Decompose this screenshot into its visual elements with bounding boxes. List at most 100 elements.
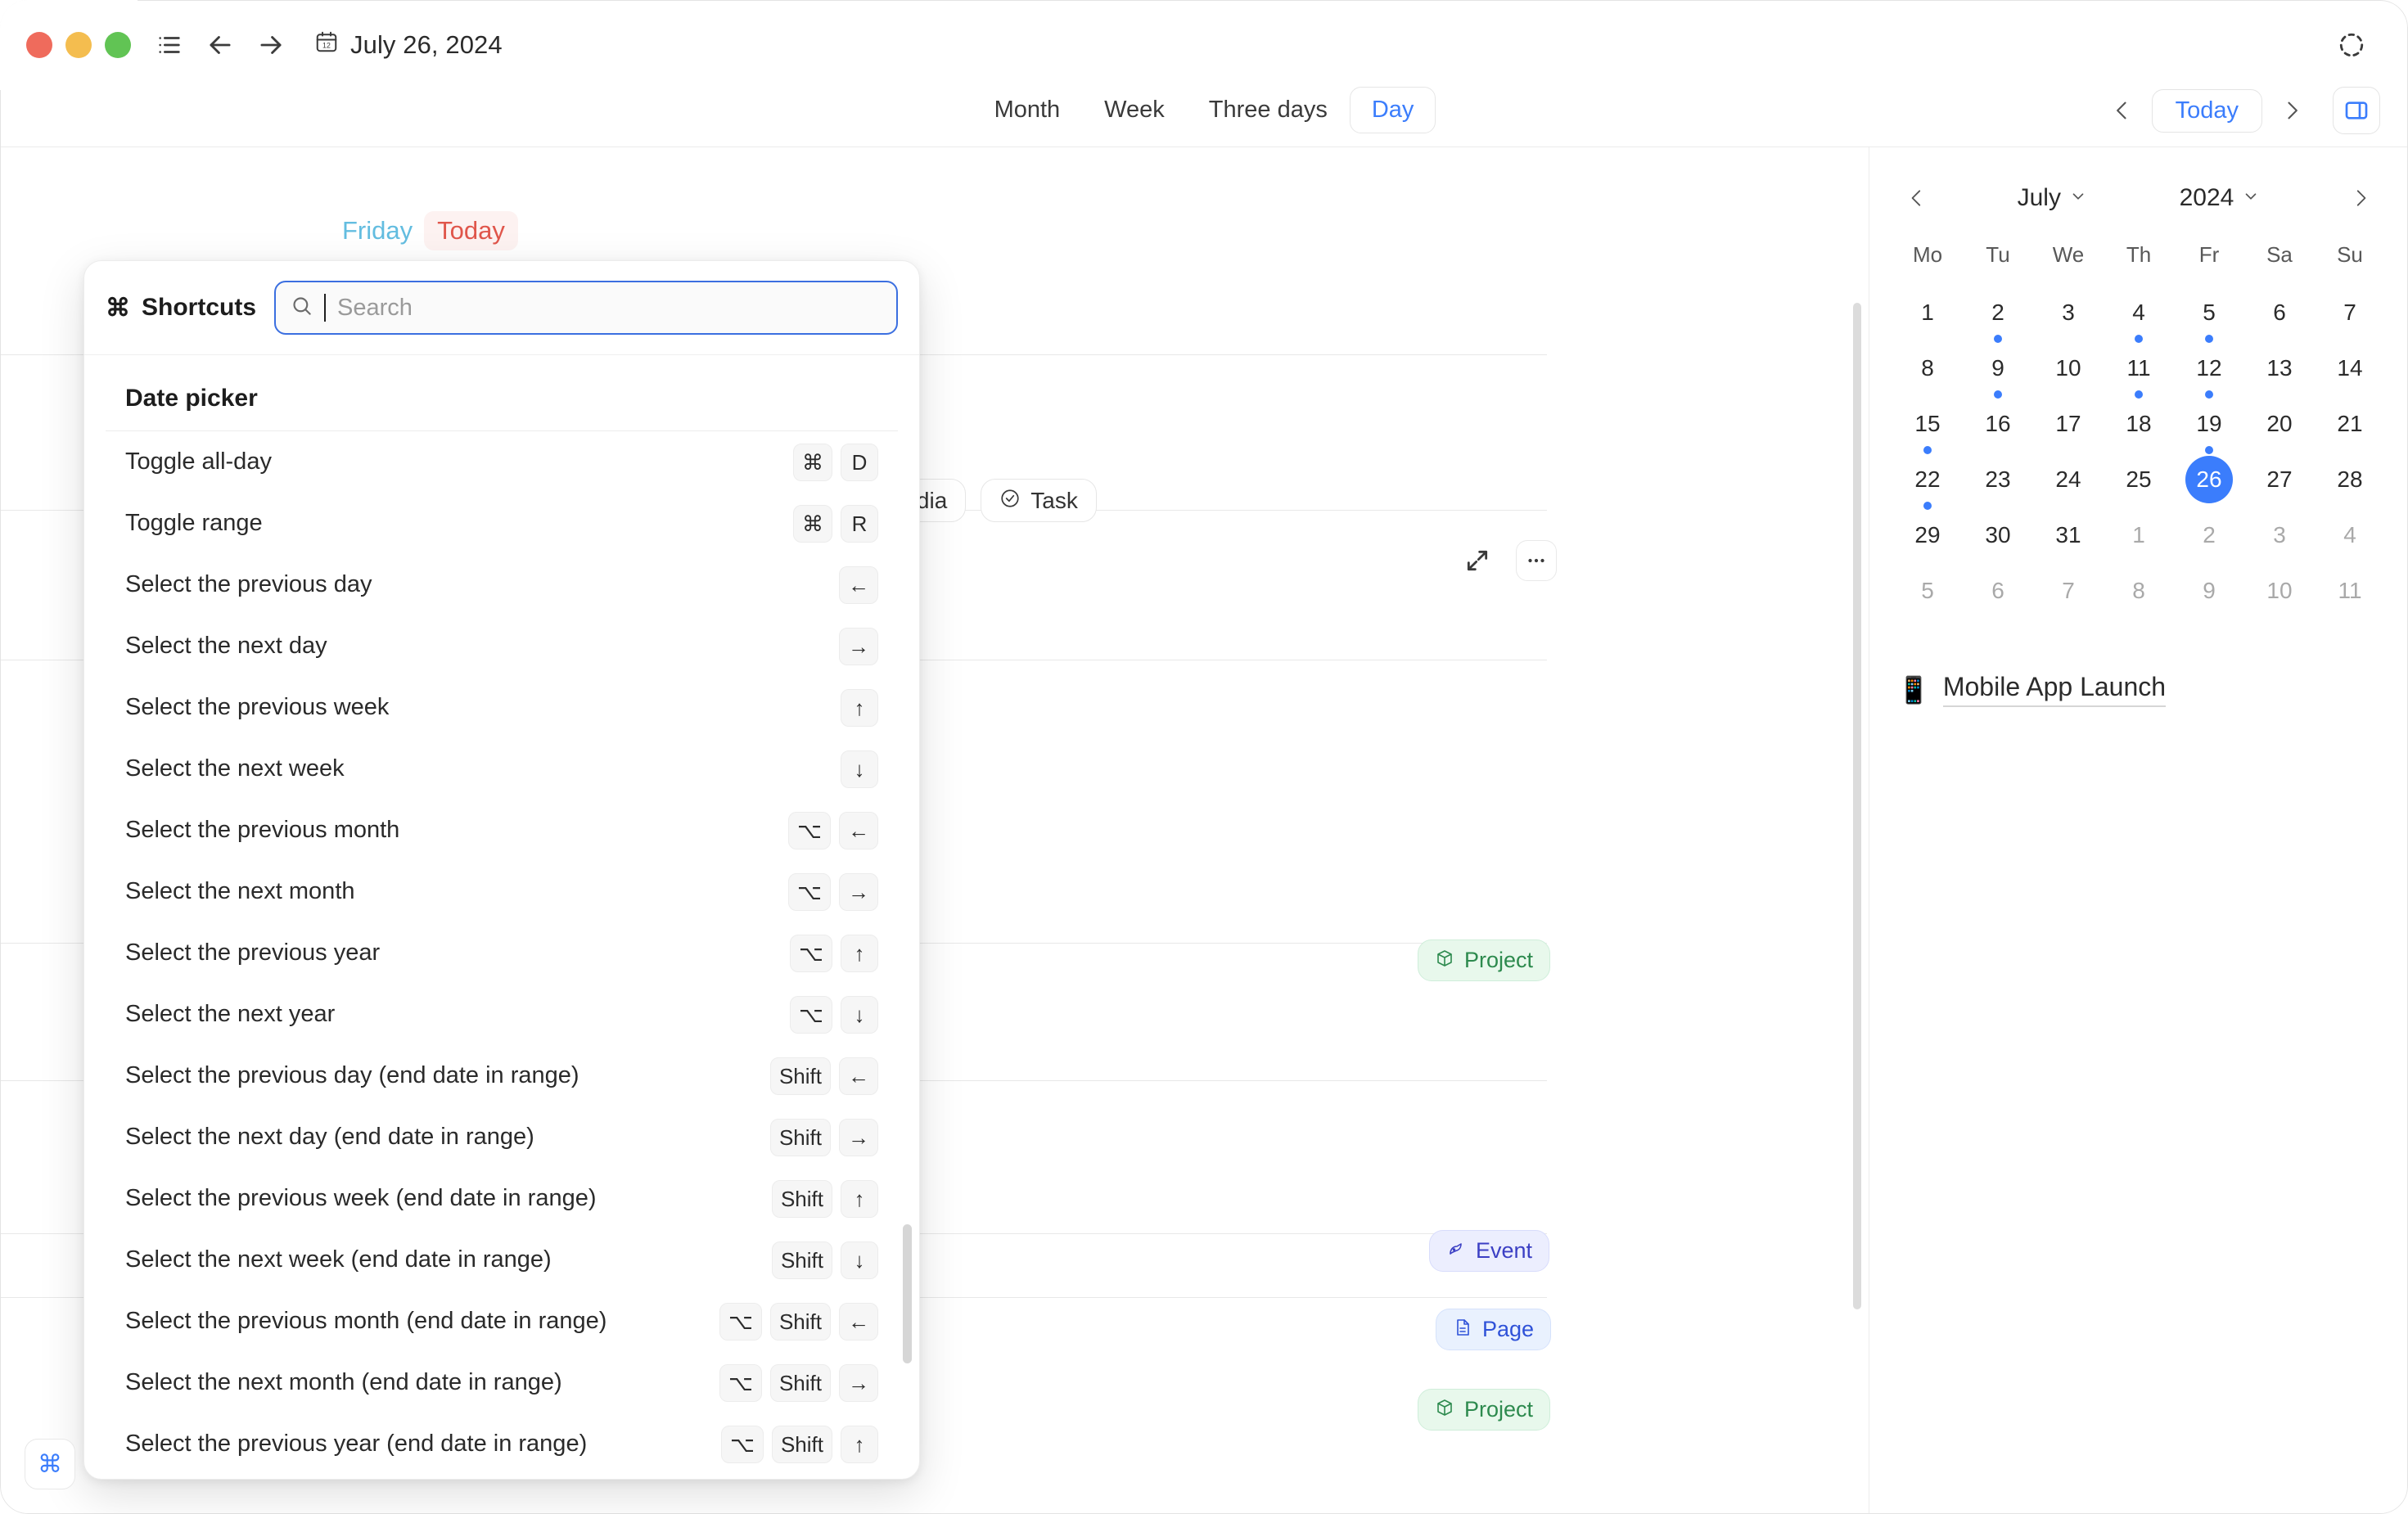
shortcut-row[interactable]: Select the previous day← bbox=[106, 554, 898, 615]
zoom-button[interactable] bbox=[105, 32, 131, 58]
calendar-day[interactable]: 4 bbox=[2104, 289, 2174, 345]
shortcut-row[interactable]: Select the next week↓ bbox=[106, 738, 898, 800]
calendar-day[interactable]: 10 bbox=[2244, 567, 2315, 623]
shortcut-row[interactable]: Select the previous year (end date in ra… bbox=[106, 1413, 898, 1475]
toggle-right-panel-button[interactable] bbox=[2333, 87, 2380, 134]
badge-project[interactable]: Project bbox=[1418, 939, 1550, 981]
calendar-day[interactable]: 29 bbox=[1892, 511, 1963, 567]
calendar-day[interactable]: 12 bbox=[2174, 345, 2244, 400]
prev-period-button[interactable] bbox=[2101, 89, 2144, 132]
shortcut-row[interactable]: Select the previous week (end date in ra… bbox=[106, 1168, 898, 1229]
calendar-day[interactable]: 5 bbox=[2174, 289, 2244, 345]
calendar-day[interactable]: 27 bbox=[2244, 456, 2315, 511]
calendar-day[interactable]: 16 bbox=[1963, 400, 2033, 456]
calendar-day[interactable]: 24 bbox=[2033, 456, 2104, 511]
tab-three-days[interactable]: Three days bbox=[1187, 87, 1350, 133]
back-button[interactable] bbox=[195, 20, 246, 70]
shortcut-row[interactable]: Select the previous week↑ bbox=[106, 677, 898, 738]
calendar-day[interactable]: 20 bbox=[2244, 400, 2315, 456]
calendar-day[interactable]: 11 bbox=[2315, 567, 2385, 623]
calendar-day[interactable]: 15 bbox=[1892, 400, 1963, 456]
calendar-day[interactable]: 22 bbox=[1892, 456, 1963, 511]
calendar-day[interactable]: 8 bbox=[2104, 567, 2174, 623]
shortcut-row[interactable]: Select the previous month⌥← bbox=[106, 800, 898, 861]
calendar-day[interactable]: 5 bbox=[1892, 567, 1963, 623]
calendar-day[interactable]: 6 bbox=[2244, 289, 2315, 345]
shortcut-row[interactable]: Select the next week (end date in range)… bbox=[106, 1229, 898, 1291]
calendar-day[interactable]: 23 bbox=[1963, 456, 2033, 511]
calendar-day[interactable]: 13 bbox=[2244, 345, 2315, 400]
popup-scrollbar[interactable] bbox=[903, 1224, 912, 1363]
shortcut-row[interactable]: Select the next day→ bbox=[106, 615, 898, 677]
expand-arrows-icon[interactable] bbox=[1457, 540, 1498, 581]
next-period-button[interactable] bbox=[2270, 89, 2313, 132]
today-button[interactable]: Today bbox=[2152, 89, 2262, 133]
shortcut-row[interactable]: Select the previous day (end date in ran… bbox=[106, 1045, 898, 1106]
shortcut-row[interactable]: Select the next month⌥→ bbox=[106, 861, 898, 922]
key-badge: ← bbox=[839, 1303, 878, 1341]
calendar-day[interactable]: 1 bbox=[2104, 511, 2174, 567]
shortcut-row[interactable]: Select the next month (end date in range… bbox=[106, 1352, 898, 1413]
calendar-day[interactable]: 7 bbox=[2033, 567, 2104, 623]
calendar-day[interactable]: 9 bbox=[2174, 567, 2244, 623]
view-segmented-control: Month Week Three days Day bbox=[972, 87, 1436, 133]
calendar-day[interactable]: 7 bbox=[2315, 289, 2385, 345]
chip-task[interactable]: Task bbox=[981, 479, 1097, 522]
shortcut-row[interactable]: Select the previous year⌥↑ bbox=[106, 922, 898, 984]
capture-button[interactable] bbox=[2326, 20, 2377, 70]
calendar-day-number: 9 bbox=[2185, 567, 2233, 615]
forward-button[interactable] bbox=[246, 20, 296, 70]
calendar-day[interactable]: 28 bbox=[2315, 456, 2385, 511]
badge-event[interactable]: Event bbox=[1429, 1230, 1549, 1272]
calendar-day[interactable]: 8 bbox=[1892, 345, 1963, 400]
shortcut-row[interactable]: Toggle range⌘R bbox=[106, 493, 898, 554]
mini-next-month-button[interactable] bbox=[2341, 178, 2380, 218]
calendar-day[interactable]: 19 bbox=[2174, 400, 2244, 456]
month-select[interactable]: July bbox=[2006, 179, 2099, 217]
tab-day[interactable]: Day bbox=[1350, 87, 1436, 133]
close-button[interactable] bbox=[26, 32, 52, 58]
shortcut-row[interactable]: Select the previous month (end date in r… bbox=[106, 1291, 898, 1352]
more-options-button[interactable] bbox=[1516, 540, 1557, 581]
shortcut-row[interactable]: Select the next day (end date in range)S… bbox=[106, 1106, 898, 1168]
tab-month[interactable]: Month bbox=[972, 87, 1083, 133]
key-badge: → bbox=[839, 873, 878, 911]
calendar-day-number: 30 bbox=[1974, 511, 2022, 559]
main-scrollbar[interactable] bbox=[1853, 303, 1861, 1309]
calendar-day[interactable]: 3 bbox=[2033, 289, 2104, 345]
calendar-day[interactable]: 9 bbox=[1963, 345, 2033, 400]
badge-project[interactable]: Project bbox=[1418, 1389, 1550, 1431]
search-input[interactable]: Search bbox=[274, 281, 898, 335]
tab-week[interactable]: Week bbox=[1082, 87, 1187, 133]
minimize-button[interactable] bbox=[65, 32, 92, 58]
calendar-day-selected[interactable]: 26 bbox=[2174, 456, 2244, 511]
calendar-day[interactable]: 18 bbox=[2104, 400, 2174, 456]
calendar-day[interactable]: 11 bbox=[2104, 345, 2174, 400]
calendar-day-number: 28 bbox=[2326, 456, 2374, 503]
calendar-day-number: 19 bbox=[2185, 400, 2233, 448]
shortcut-row[interactable]: Toggle all-day⌘D bbox=[106, 431, 898, 493]
sidebar-toggle-button[interactable] bbox=[144, 20, 195, 70]
calendar-day[interactable]: 31 bbox=[2033, 511, 2104, 567]
year-select[interactable]: 2024 bbox=[2168, 179, 2272, 217]
calendar-day[interactable]: 30 bbox=[1963, 511, 2033, 567]
shortcut-keys: Shift→ bbox=[770, 1119, 878, 1156]
calendar-day[interactable]: 14 bbox=[2315, 345, 2385, 400]
date-title-group[interactable]: 12 July 26, 2024 bbox=[314, 29, 503, 61]
calendar-day[interactable]: 3 bbox=[2244, 511, 2315, 567]
calendar-day[interactable]: 21 bbox=[2315, 400, 2385, 456]
calendar-day[interactable]: 2 bbox=[2174, 511, 2244, 567]
calendar-day[interactable]: 17 bbox=[2033, 400, 2104, 456]
calendar-day[interactable]: 2 bbox=[1963, 289, 2033, 345]
calendar-day[interactable]: 6 bbox=[1963, 567, 2033, 623]
command-palette-button[interactable]: ⌘ bbox=[25, 1439, 75, 1489]
shortcut-row[interactable]: Select the next year⌥↓ bbox=[106, 984, 898, 1045]
window-frame: 12 July 26, 2024 Month Week Three d bbox=[0, 0, 2408, 1514]
calendar-day[interactable]: 25 bbox=[2104, 456, 2174, 511]
badge-page[interactable]: Page bbox=[1436, 1309, 1551, 1350]
calendar-day[interactable]: 4 bbox=[2315, 511, 2385, 567]
mini-prev-month-button[interactable] bbox=[1897, 178, 1937, 218]
sidebar-event-item[interactable]: 📱Mobile App Launch bbox=[1869, 672, 2408, 707]
calendar-day[interactable]: 1 bbox=[1892, 289, 1963, 345]
calendar-day[interactable]: 10 bbox=[2033, 345, 2104, 400]
